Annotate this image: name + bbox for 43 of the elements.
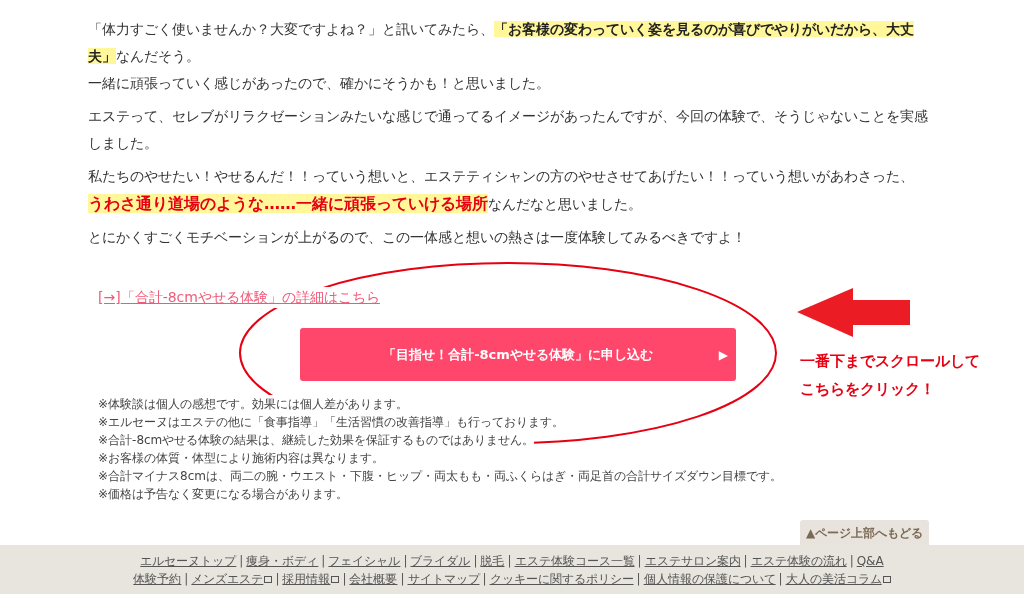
paragraph: 「体力すごく使いませんか？大変ですよね？」と訊いてみたら、「お客様の変わっていく姿を見るのが喜びでやりがいだから、大丈夫」なんだそう。 一緒に頑張っていく感じがあったので、確かにそうかも！と思いました。 [88,20,915,93]
arrow-icon [797,288,910,337]
separator-text: | [239,553,244,569]
separator-text: | [473,553,478,569]
separator-text: | [778,571,783,587]
footer-link[interactable]: メンズエステ [191,571,264,587]
footer-link[interactable]: Q&A [856,553,884,569]
footer-link[interactable]: 脱毛 [480,553,505,569]
apply-button[interactable]: 「目指せ！合計-8cmやせる体験」に申し込む ▶ [300,328,736,381]
separator-text: | [507,553,512,569]
separator-text: | [482,571,487,587]
footer-link[interactable]: クッキーに関するポリシー [489,571,634,587]
separator-text: | [342,571,347,587]
separator-text: | [849,553,854,569]
footer-link[interactable]: 採用情報 [282,571,331,587]
paragraph: 私たちのやせたい！やせるんだ！！っていう想いと、エステティシャンの方のやせさせてあげたい！！っていう想いがあわさった、 うわさ通り道場のような……一緒に頑張っていける場所なんだなと思いました。 [88,167,915,215]
paragraph: エステって、セレブがリラクゼーションみたいな感じで通ってるイメージがあったんですが、今回の体験で、そうじゃないことを実感しました。 [88,107,929,153]
footer-link[interactable]: 大人の美活コラム [785,571,882,587]
footer-link[interactable]: フェイシャル [328,553,401,569]
footer-link[interactable]: 痩身・ボディ [246,553,319,569]
separator-text: | [275,571,280,587]
footer-link[interactable]: 会社概要 [349,571,398,587]
separator-text: | [636,571,641,587]
separator-text: | [184,571,189,587]
footer-link[interactable]: 体験予約 [133,571,182,587]
paragraph: とにかくすごくモチベーションが上がるので、この一体感と想いの熱さは一度体験してみるべきですよ！ [88,228,747,247]
footer-link[interactable]: エステ体験の流れ [750,553,847,569]
play-icon: ▶ [718,345,728,364]
footer-link[interactable]: ブライダル [410,553,471,569]
separator-text: | [321,553,326,569]
footer-link[interactable]: サイトマップ [407,571,480,587]
annotation-text: こちらをクリック！ [800,379,936,399]
separator-text: | [403,553,408,569]
footer-link[interactable]: エステ体験コース一覧 [514,553,635,569]
footer-link[interactable]: 個人情報の保護について [643,571,776,587]
separator-text: | [400,571,405,587]
note-text: ※合計-8cmやせる体験の結果は、継続した効果を保証するものではありません。 [98,431,535,449]
separator-text: | [637,553,642,569]
separator-text: | [743,553,748,569]
back-to-top-link[interactable]: ▲ページ上部へもどる [800,520,930,545]
annotation-text: 一番下までスクロールして [800,351,980,371]
footer-link[interactable]: エステサロン案内 [644,553,741,569]
footer-link[interactable]: エルセーヌトップ [140,553,237,569]
